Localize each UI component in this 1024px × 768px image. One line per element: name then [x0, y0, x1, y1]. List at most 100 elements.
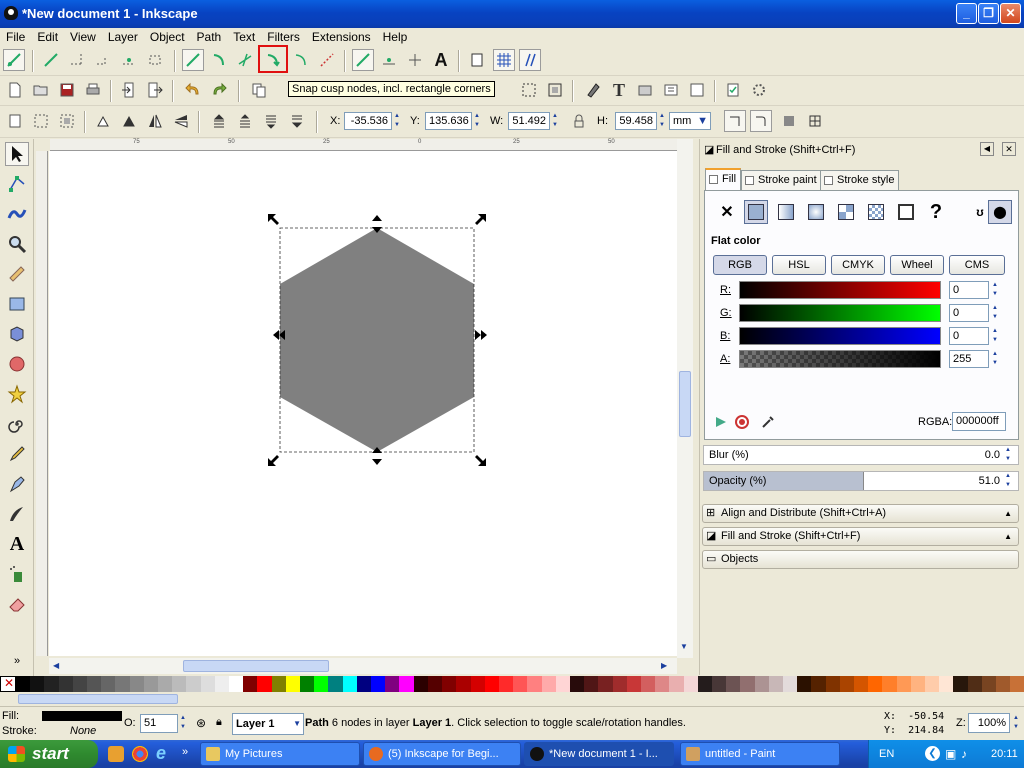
y-input[interactable]: 135.636 — [425, 112, 472, 130]
ellipse-tool-icon[interactable] — [5, 352, 29, 376]
horizontal-scroll-thumb[interactable] — [183, 660, 329, 672]
copy-icon[interactable] — [248, 79, 270, 101]
h-input[interactable]: 59.458 — [615, 112, 657, 130]
alpha-value[interactable]: 255 — [949, 350, 989, 368]
menu-layer[interactable]: Layer — [102, 28, 144, 45]
snap-guides-icon[interactable] — [519, 49, 541, 71]
export-icon[interactable] — [144, 79, 166, 101]
xml-editor-icon[interactable] — [582, 79, 604, 101]
unset-paint-icon[interactable] — [894, 200, 918, 224]
x-input[interactable]: -35.536 — [344, 112, 392, 130]
snap-others-icon[interactable] — [352, 49, 374, 71]
node-tool-icon[interactable] — [5, 172, 29, 196]
visibility-icon[interactable]: ⊛ — [196, 716, 206, 730]
snap-nodes-icon[interactable] — [182, 49, 204, 71]
mode-wheel-button[interactable]: Wheel — [890, 255, 944, 275]
unit-select[interactable]: mm ▼ — [669, 112, 711, 130]
menu-filters[interactable]: Filters — [261, 28, 306, 45]
select-all-icon[interactable] — [4, 110, 26, 132]
task-paint[interactable]: untitled - Paint — [680, 742, 840, 766]
preferences-icon[interactable] — [722, 79, 744, 101]
opacity-input[interactable]: 51 — [140, 714, 178, 733]
menu-extensions[interactable]: Extensions — [306, 28, 377, 45]
horizontal-scrollbar[interactable]: ◀ ▶ — [49, 658, 677, 674]
snap-bbox-icon[interactable] — [40, 49, 62, 71]
dock-fill-stroke[interactable]: ◪ Fill and Stroke (Shift+Ctrl+F) ▲ — [702, 527, 1019, 546]
language-indicator[interactable]: EN — [879, 740, 894, 768]
group-icon[interactable] — [518, 79, 540, 101]
menu-object[interactable]: Object — [144, 28, 191, 45]
lock-icon[interactable]: 🔒︎ — [216, 716, 222, 729]
text-tool-icon[interactable]: A — [5, 532, 29, 556]
lower-to-bottom-icon[interactable] — [286, 110, 308, 132]
menu-edit[interactable]: Edit — [31, 28, 64, 45]
color-picker-icon[interactable] — [757, 411, 779, 433]
y-spinner[interactable]: ▲ ▼ — [472, 112, 482, 130]
h-spinner[interactable]: ▲ ▼ — [657, 112, 667, 130]
layers-icon[interactable] — [634, 79, 656, 101]
move-patterns-icon[interactable] — [804, 110, 826, 132]
no-paint-icon[interactable]: ✕ — [715, 200, 739, 224]
blue-value[interactable]: 0 — [949, 327, 989, 345]
snap-line-midpoints-icon[interactable] — [316, 49, 338, 71]
vertical-scroll-thumb[interactable] — [679, 371, 691, 437]
lower-icon[interactable] — [260, 110, 282, 132]
dock-align-distribute[interactable]: ⊞ Align and Distribute (Shift+Ctrl+A) ▲ — [702, 504, 1019, 523]
mode-cmyk-button[interactable]: CMYK — [831, 255, 885, 275]
tab-stroke-paint[interactable]: Stroke paint — [741, 170, 822, 190]
snap-bbox-edge-icon[interactable] — [66, 49, 88, 71]
tweak-tool-icon[interactable] — [5, 202, 29, 226]
red-value[interactable]: 0 — [949, 281, 989, 299]
quicklaunch-icon[interactable] — [108, 746, 124, 762]
snap-text-baseline-icon[interactable]: A — [430, 49, 452, 71]
fill-rule-nonzero-icon[interactable]: ⬤ — [988, 200, 1012, 224]
lock-ratio-icon[interactable] — [568, 110, 590, 132]
zoom-input[interactable]: 100% — [968, 713, 1010, 733]
tab-stroke-style[interactable]: Stroke style — [820, 170, 900, 190]
rotate-cw-icon[interactable] — [118, 110, 140, 132]
tray-back-icon[interactable]: ❮ — [925, 746, 940, 761]
opacity-slider[interactable]: Opacity (%) 51.0 — [703, 471, 1019, 491]
fill-indicator[interactable] — [42, 711, 122, 721]
zoom-tool-icon[interactable] — [5, 232, 29, 256]
raise-icon[interactable] — [234, 110, 256, 132]
measure-tool-icon[interactable] — [5, 262, 29, 286]
start-button[interactable]: start — [0, 740, 98, 768]
network-icon[interactable]: ▣ — [945, 740, 956, 768]
w-spinner[interactable]: ▲ ▼ — [550, 112, 560, 130]
linear-gradient-icon[interactable] — [774, 200, 798, 224]
volume-icon[interactable]: ♪ — [961, 740, 967, 768]
scale-corners-icon[interactable] — [750, 110, 772, 132]
flat-color-icon[interactable] — [744, 200, 768, 224]
menu-text[interactable]: Text — [227, 28, 261, 45]
deselect-icon[interactable] — [56, 110, 78, 132]
snap-bbox-center-icon[interactable] — [144, 49, 166, 71]
menu-help[interactable]: Help — [377, 28, 414, 45]
color-managed-icon[interactable] — [710, 411, 732, 433]
radial-gradient-icon[interactable] — [804, 200, 828, 224]
unknown-paint-icon[interactable]: ? — [924, 200, 948, 224]
dock-objects[interactable]: ▭ Objects — [702, 550, 1019, 569]
x-spinner[interactable]: ▲ ▼ — [392, 112, 402, 130]
snap-bbox-corner-icon[interactable] — [92, 49, 114, 71]
task-my-pictures[interactable]: My Pictures — [200, 742, 360, 766]
move-gradients-icon[interactable] — [778, 110, 800, 132]
3d-box-tool-icon[interactable] — [5, 322, 29, 346]
opacity-status-spinner[interactable]: ▲ ▼ — [178, 714, 188, 732]
calligraphy-tool-icon[interactable] — [5, 502, 29, 526]
rgba-input[interactable]: 000000ff — [952, 412, 1006, 431]
snap-object-midpoints-icon[interactable] — [378, 49, 400, 71]
opacity-spinner[interactable]: ▲ ▼ — [1003, 472, 1013, 490]
scroll-right-icon[interactable]: ▶ — [661, 661, 667, 670]
more-tools-icon[interactable]: » — [5, 649, 29, 673]
alpha-slider[interactable] — [739, 350, 941, 368]
raise-to-top-icon[interactable] — [208, 110, 230, 132]
swatch-icon[interactable] — [864, 200, 888, 224]
task-inkscape-tutorial[interactable]: (5) Inkscape for Begi... — [363, 742, 521, 766]
snap-enable-icon[interactable] — [3, 49, 25, 71]
layer-select[interactable]: Layer 1 ▼ — [232, 713, 304, 735]
scroll-left-icon[interactable]: ◀ — [53, 661, 59, 670]
mode-hsl-button[interactable]: HSL — [772, 255, 826, 275]
snap-to-paths-icon[interactable] — [208, 49, 230, 71]
eraser-tool-icon[interactable] — [5, 592, 29, 616]
